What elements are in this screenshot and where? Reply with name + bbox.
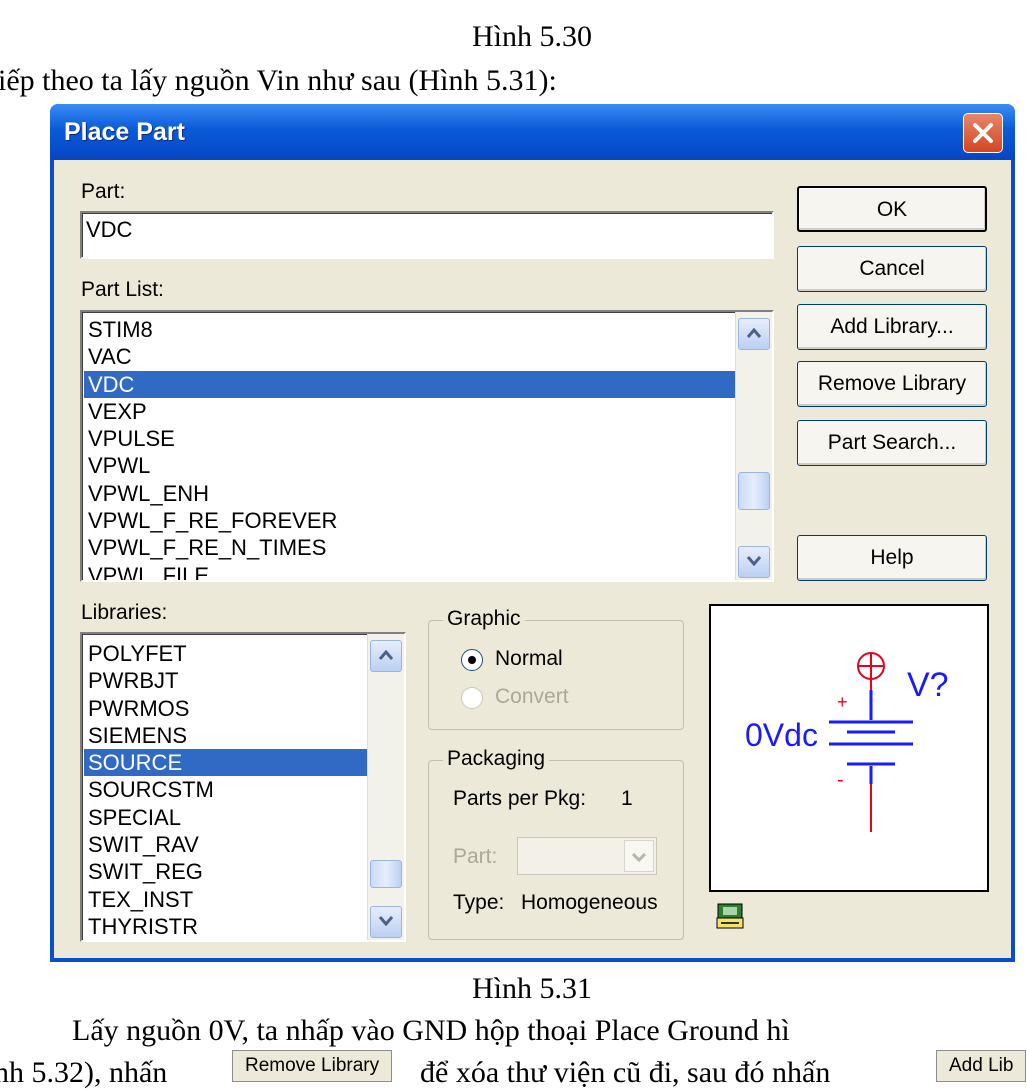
scroll-up-button[interactable]: [370, 640, 402, 672]
dialog-client-area: Part: VDC Part List: STIM8 VAC VDC VEXP VPUL…: [54, 160, 1011, 958]
list-item[interactable]: SPECIAL: [84, 804, 368, 831]
intro-paragraph: iếp theo ta lấy nguồn Vin như sau (Hình …: [0, 64, 557, 97]
remove-library-button[interactable]: Remove Library: [797, 361, 987, 407]
part-combo-label: Part:: [453, 845, 498, 868]
scroll-down-button[interactable]: [370, 906, 402, 938]
list-item[interactable]: VPWL_ENH: [84, 480, 736, 507]
convert-radio: [461, 687, 483, 709]
part-value-text: 0Vdc: [745, 717, 818, 753]
close-icon: [973, 123, 993, 143]
part-label: Part:: [81, 180, 126, 203]
convert-label: Convert: [495, 685, 569, 708]
list-item[interactable]: SOURCSTM: [84, 776, 368, 803]
libraries-scrollbar[interactable]: [367, 634, 404, 940]
close-button[interactable]: [963, 113, 1003, 153]
part-list-label: Part List:: [81, 278, 164, 301]
libraries-list[interactable]: POLYFET PWRBJT PWRMOS SIEMENS SOURCE SOURCSTM…: [80, 632, 406, 942]
parts-per-pkg-value: 1: [621, 787, 633, 810]
list-item[interactable]: VPWL_F_RE_N_TIMES: [84, 534, 736, 561]
body-paragraph-line1: Lấy nguồn 0V, ta nhấp vào GND hộp thoại …: [72, 1014, 790, 1047]
body-paragraph-line2a: nh 5.32), nhấn: [0, 1056, 168, 1089]
part-list-scrollbar[interactable]: [735, 312, 772, 580]
list-item[interactable]: SIEMENS: [84, 722, 368, 749]
chevron-down-icon: [632, 852, 646, 862]
normal-label: Normal: [495, 647, 563, 670]
ref-designator: V?: [907, 666, 949, 704]
title-bar[interactable]: Place Part: [50, 104, 1015, 160]
libraries-label: Libraries:: [81, 601, 168, 624]
part-search-button[interactable]: Part Search...: [797, 420, 987, 466]
cancel-button[interactable]: Cancel: [797, 246, 987, 292]
packaging-group: Packaging Parts per Pkg: 1 Part: Type: H…: [428, 747, 684, 940]
part-list-items: STIM8 VAC VDC VEXP VPULSE VPWL VPWL_ENH VPWL_F_…: [84, 316, 736, 580]
dialog-title: Place Part: [64, 118, 185, 146]
part-list[interactable]: STIM8 VAC VDC VEXP VPULSE VPWL VPWL_ENH VPWL_F_…: [80, 310, 774, 582]
chevron-down-icon: [378, 916, 394, 927]
chevron-down-icon: [746, 556, 762, 567]
list-item[interactable]: PWRMOS: [84, 695, 368, 722]
vdc-symbol-icon: + - V? 0Vdc: [745, 652, 949, 832]
type-value: Homogeneous: [521, 891, 658, 914]
scroll-up-button[interactable]: [738, 318, 770, 350]
list-item[interactable]: VPWL: [84, 452, 736, 479]
list-item[interactable]: SOURCE: [84, 749, 368, 777]
graphic-group-title: Graphic: [443, 607, 525, 631]
list-item[interactable]: POLYFET: [84, 640, 368, 667]
list-item[interactable]: VEXP: [84, 398, 736, 425]
list-item[interactable]: THYRISTR: [84, 913, 368, 940]
graphic-group: Graphic Normal Convert: [428, 607, 684, 730]
combo-dropdown-button: [624, 840, 654, 872]
figure-caption-below: Hình 5.31: [472, 972, 592, 1005]
list-item[interactable]: VPULSE: [84, 425, 736, 452]
type-label: Type:: [453, 891, 505, 914]
inline-add-library-button: Add Lib: [936, 1050, 1027, 1082]
chip-icon: [716, 903, 744, 929]
libraries-list-items: POLYFET PWRBJT PWRMOS SIEMENS SOURCE SOURCSTM…: [84, 640, 368, 940]
scroll-thumb[interactable]: [738, 472, 770, 510]
chevron-up-icon: [746, 327, 762, 338]
figure-caption-above: Hình 5.30: [472, 20, 592, 53]
part-combo: [517, 837, 657, 875]
place-part-dialog: Place Part Part: VDC Part List: STIM8 VAC…: [50, 104, 1015, 962]
list-item[interactable]: SWIT_REG: [84, 858, 368, 885]
plus-sign: +: [837, 692, 848, 712]
packaging-group-title: Packaging: [443, 747, 550, 771]
list-item[interactable]: TEX_INST: [84, 886, 368, 913]
minus-sign: -: [837, 769, 844, 791]
list-item[interactable]: VPWL_F_RE_FOREVER: [84, 507, 736, 534]
scroll-down-button[interactable]: [738, 546, 770, 578]
scroll-thumb[interactable]: [370, 860, 402, 888]
ok-button[interactable]: OK: [797, 186, 987, 232]
part-input[interactable]: VDC: [80, 211, 774, 259]
body-paragraph-line2b: để xóa thư viện cũ đi, sau đó nhấn: [420, 1056, 831, 1089]
normal-radio[interactable]: [461, 649, 483, 671]
inline-remove-library-button: Remove Library: [232, 1050, 393, 1082]
add-library-button[interactable]: Add Library...: [797, 304, 987, 350]
list-item[interactable]: PWRBJT: [84, 667, 368, 694]
list-item[interactable]: STIM8: [84, 316, 736, 343]
part-preview: + - V? 0Vdc: [709, 604, 989, 892]
list-item[interactable]: VDC: [84, 370, 736, 398]
parts-per-pkg-label: Parts per Pkg:: [453, 787, 587, 810]
list-item[interactable]: SWIT_RAV: [84, 831, 368, 858]
chevron-up-icon: [378, 649, 394, 660]
library-status-icon: [715, 900, 745, 930]
list-item[interactable]: VPWL_FILE: [84, 562, 736, 580]
help-button[interactable]: Help: [797, 535, 987, 581]
list-item[interactable]: VAC: [84, 343, 736, 370]
